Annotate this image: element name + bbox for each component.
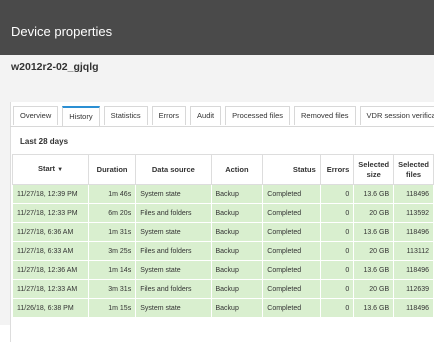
- tab-statistics[interactable]: Statistics: [103, 106, 148, 125]
- cell-duration: 1m 46s: [87, 184, 137, 204]
- column-header-start-label: Start: [37, 164, 56, 173]
- cell-action: Backup: [210, 222, 264, 242]
- tab-history[interactable]: History: [62, 106, 100, 127]
- cell-start: 11/27/18, 12:36 AM: [12, 260, 89, 280]
- tab-errors[interactable]: Errors: [151, 106, 187, 125]
- cell-selected-files: 118496: [393, 260, 434, 280]
- title-bar: Device properties: [0, 0, 434, 55]
- cell-selected-files: 112639: [393, 279, 434, 299]
- cell-status: Completed: [262, 298, 321, 318]
- table-row[interactable]: 11/27/18, 6:36 AM 1m 31s System state Ba…: [12, 222, 434, 242]
- cell-data-source: System state: [135, 298, 212, 318]
- column-header-start[interactable]: Start ▼: [12, 154, 89, 185]
- column-header-selected-files[interactable]: Selected files: [393, 154, 434, 185]
- cell-duration: 1m 31s: [87, 222, 137, 242]
- tab-overview[interactable]: Overview: [13, 106, 59, 125]
- table-header-row: Start ▼ Duration Data source Action Statu…: [12, 154, 434, 185]
- cell-errors: 0: [319, 222, 355, 242]
- cell-start: 11/27/18, 12:39 PM: [12, 184, 89, 204]
- cell-status: Completed: [262, 203, 321, 223]
- cell-errors: 0: [319, 241, 355, 261]
- cell-status: Completed: [262, 260, 321, 280]
- history-table: Start ▼ Duration Data source Action Statu…: [12, 154, 434, 318]
- tab-removed-files[interactable]: Removed files: [294, 106, 356, 125]
- column-header-errors[interactable]: Errors: [319, 154, 355, 185]
- cell-action: Backup: [210, 279, 264, 299]
- table-row[interactable]: 11/27/18, 12:36 AM 1m 14s System state B…: [12, 260, 434, 280]
- table-row[interactable]: 11/27/18, 12:39 PM 1m 46s System state B…: [12, 184, 434, 204]
- tab-audit[interactable]: Audit: [190, 106, 222, 125]
- column-header-status[interactable]: Status: [262, 154, 321, 185]
- cell-status: Completed: [262, 184, 321, 204]
- cell-start: 11/27/18, 6:36 AM: [12, 222, 89, 242]
- cell-action: Backup: [210, 298, 264, 318]
- tab-processed-files[interactable]: Processed files: [225, 106, 291, 125]
- cell-selected-size: 13.6 GB: [353, 184, 395, 204]
- cell-duration: 6m 20s: [87, 203, 137, 223]
- table-row[interactable]: 11/26/18, 6:38 PM 1m 15s System state Ba…: [12, 298, 434, 318]
- cell-duration: 3m 31s: [87, 279, 137, 299]
- cell-start: 11/27/18, 12:33 PM: [12, 203, 89, 223]
- cell-errors: 0: [319, 260, 355, 280]
- tabs-divider: [10, 126, 434, 127]
- cell-status: Completed: [262, 222, 321, 242]
- cell-selected-size: 13.6 GB: [353, 260, 395, 280]
- cell-data-source: Files and folders: [135, 203, 212, 223]
- cell-data-source: System state: [135, 260, 212, 280]
- cell-selected-size: 20 GB: [353, 203, 395, 223]
- cell-selected-files: 113592: [393, 203, 434, 223]
- cell-duration: 1m 15s: [87, 298, 137, 318]
- cell-duration: 1m 14s: [87, 260, 137, 280]
- tab-vdr-session-verification[interactable]: VDR session verification: [359, 106, 434, 125]
- cell-action: Backup: [210, 260, 264, 280]
- cell-action: Backup: [210, 203, 264, 223]
- date-range-label: Last 28 days: [20, 137, 69, 146]
- cell-status: Completed: [262, 279, 321, 299]
- table-row[interactable]: 11/27/18, 12:33 PM 6m 20s Files and fold…: [12, 203, 434, 223]
- cell-start: 11/26/18, 6:38 PM: [12, 298, 89, 318]
- cell-selected-files: 118496: [393, 184, 434, 204]
- tab-bar: Overview History Statistics Errors Audit…: [13, 106, 434, 127]
- cell-selected-size: 13.6 GB: [353, 222, 395, 242]
- table-row[interactable]: 11/27/18, 12:33 AM 3m 31s Files and fold…: [12, 279, 434, 299]
- cell-selected-size: 13.6 GB: [353, 298, 395, 318]
- column-header-data-source[interactable]: Data source: [135, 154, 212, 185]
- cell-data-source: Files and folders: [135, 241, 212, 261]
- cell-data-source: System state: [135, 222, 212, 242]
- cell-errors: 0: [319, 203, 355, 223]
- cell-start: 11/27/18, 12:33 AM: [12, 279, 89, 299]
- cell-errors: 0: [319, 184, 355, 204]
- cell-selected-files: 118496: [393, 222, 434, 242]
- cell-errors: 0: [319, 279, 355, 299]
- cell-selected-size: 20 GB: [353, 279, 395, 299]
- caret-down-icon: ▼: [57, 167, 64, 173]
- device-name: w2012r2-02_gjqlg: [11, 61, 99, 73]
- cell-action: Backup: [210, 184, 264, 204]
- window-title: Device properties: [11, 24, 113, 39]
- cell-errors: 0: [319, 298, 355, 318]
- column-header-duration[interactable]: Duration: [87, 154, 137, 185]
- cell-duration: 3m 25s: [87, 241, 137, 261]
- cell-data-source: System state: [135, 184, 212, 204]
- table-row[interactable]: 11/27/18, 6:33 AM 3m 25s Files and folde…: [12, 241, 434, 261]
- column-header-selected-size[interactable]: Selected size: [353, 154, 395, 185]
- cell-selected-files: 113112: [393, 241, 434, 261]
- cell-data-source: Files and folders: [135, 279, 212, 299]
- cell-status: Completed: [262, 241, 321, 261]
- cell-selected-files: 118496: [393, 298, 434, 318]
- cell-selected-size: 20 GB: [353, 241, 395, 261]
- cell-action: Backup: [210, 241, 264, 261]
- column-header-action[interactable]: Action: [210, 154, 264, 185]
- cell-start: 11/27/18, 6:33 AM: [12, 241, 89, 261]
